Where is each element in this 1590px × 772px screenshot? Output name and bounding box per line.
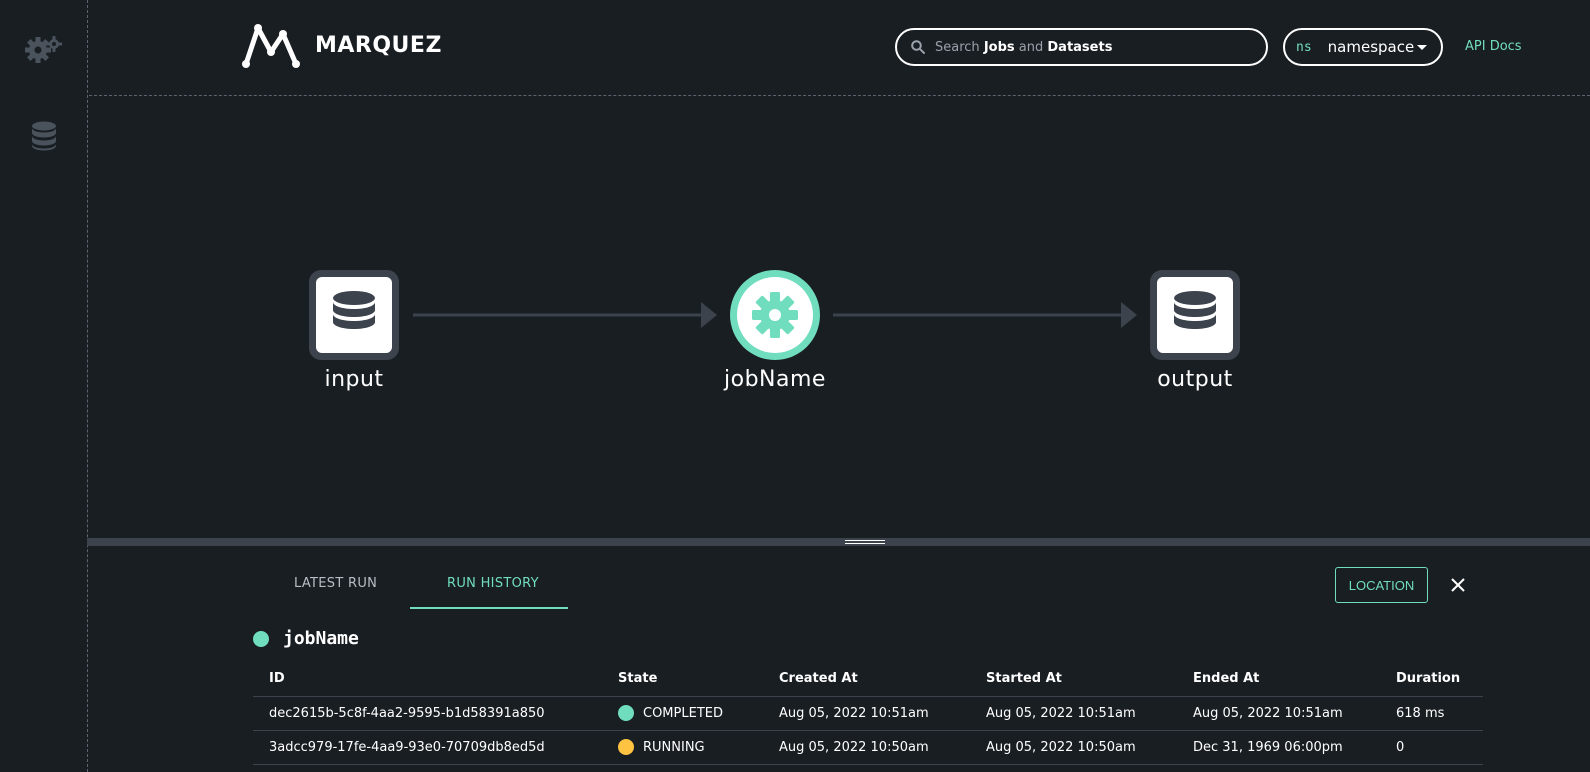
marquez-logo-icon bbox=[242, 24, 300, 68]
run-id: 3adcc979-17fe-4aa9-93e0-70709db8ed5d bbox=[253, 730, 602, 765]
node-label-jobname: jobName bbox=[724, 367, 826, 392]
state-dot bbox=[618, 705, 634, 721]
header: MARQUEZ Search Jobs and Datasets ns name… bbox=[89, 0, 1590, 96]
close-icon[interactable] bbox=[1449, 576, 1467, 594]
run-ended-at: Dec 31, 1969 06:00pm bbox=[1177, 730, 1380, 765]
job-name: jobName bbox=[283, 628, 359, 649]
active-tab-indicator bbox=[410, 607, 568, 609]
lineage-graph: input jobName output bbox=[89, 97, 1590, 539]
table-row[interactable]: dec2615b-5c8f-4aa2-9595-b1d58391a850 COM… bbox=[253, 696, 1483, 731]
job-detail-panel: LATEST RUN RUN HISTORY LOCATION jobName … bbox=[89, 546, 1590, 772]
caret-down-icon bbox=[1417, 45, 1427, 50]
run-id: dec2615b-5c8f-4aa2-9595-b1d58391a850 bbox=[253, 696, 602, 731]
run-duration: 0 bbox=[1380, 730, 1483, 765]
search-placeholder-prefix: Search bbox=[935, 39, 980, 55]
location-button[interactable]: LOCATION bbox=[1335, 567, 1428, 603]
drag-grip-icon[interactable] bbox=[845, 540, 885, 544]
job-status-dot bbox=[253, 630, 269, 647]
run-history-table: ID State Created At Started At Ended At … bbox=[253, 662, 1483, 765]
run-ended-at: Aug 05, 2022 10:51am bbox=[1177, 696, 1380, 731]
column-header-id: ID bbox=[253, 662, 602, 697]
dataset-node-input[interactable] bbox=[309, 270, 399, 360]
edge-input-to-job bbox=[413, 302, 717, 328]
dataset-node-output[interactable] bbox=[1150, 270, 1240, 360]
api-docs-link[interactable]: API Docs bbox=[1465, 39, 1522, 54]
job-node-jobname[interactable] bbox=[730, 270, 820, 360]
node-label-input: input bbox=[324, 367, 384, 392]
node-label-output: output bbox=[1157, 367, 1233, 392]
run-state-label: COMPLETED bbox=[643, 705, 723, 721]
database-icon bbox=[1174, 291, 1216, 329]
run-started-at: Aug 05, 2022 10:51am bbox=[970, 696, 1177, 731]
search-placeholder-jobs: Jobs bbox=[983, 39, 1015, 55]
run-duration: 618 ms bbox=[1380, 696, 1483, 731]
sidebar bbox=[0, 0, 88, 772]
search-placeholder-datasets: Datasets bbox=[1047, 39, 1113, 55]
column-header-duration: Duration bbox=[1380, 662, 1483, 697]
table-row[interactable]: 3adcc979-17fe-4aa9-93e0-70709db8ed5d RUN… bbox=[253, 730, 1483, 765]
lineage-graph-canvas bbox=[309, 270, 1240, 360]
search-input[interactable]: Search Jobs and Datasets bbox=[895, 28, 1268, 66]
database-icon bbox=[333, 291, 375, 329]
run-state: COMPLETED bbox=[602, 696, 763, 731]
column-header-started-at: Started At bbox=[970, 662, 1177, 697]
panel-resize-handle[interactable] bbox=[87, 538, 1590, 546]
run-started-at: Aug 05, 2022 10:50am bbox=[970, 730, 1177, 765]
sidebar-jobs-gears-icon[interactable] bbox=[24, 28, 64, 68]
namespace-prefix: ns bbox=[1296, 39, 1312, 55]
column-header-created-at: Created At bbox=[763, 662, 970, 697]
job-title: jobName bbox=[253, 628, 359, 649]
run-state-label: RUNNING bbox=[643, 739, 705, 755]
column-header-ended-at: Ended At bbox=[1177, 662, 1380, 697]
app-name: MARQUEZ bbox=[315, 32, 442, 58]
search-placeholder: Search Jobs and Datasets bbox=[935, 40, 1112, 55]
edge-job-to-output bbox=[833, 302, 1137, 328]
namespace-select[interactable]: ns namespace bbox=[1283, 28, 1443, 66]
sidebar-datasets-database-icon[interactable] bbox=[24, 116, 64, 156]
run-created-at: Aug 05, 2022 10:50am bbox=[763, 730, 970, 765]
state-dot bbox=[618, 739, 634, 755]
table-header-row: ID State Created At Started At Ended At … bbox=[253, 662, 1483, 697]
column-header-state: State bbox=[602, 662, 763, 697]
tab-latest-run[interactable]: LATEST RUN bbox=[294, 576, 377, 591]
run-state: RUNNING bbox=[602, 730, 763, 765]
search-icon bbox=[911, 40, 925, 54]
logo[interactable]: MARQUEZ bbox=[241, 22, 442, 68]
run-created-at: Aug 05, 2022 10:51am bbox=[763, 696, 970, 731]
search-placeholder-and: and bbox=[1018, 39, 1044, 55]
tab-run-history[interactable]: RUN HISTORY bbox=[447, 576, 539, 591]
namespace-value: namespace bbox=[1327, 38, 1415, 56]
